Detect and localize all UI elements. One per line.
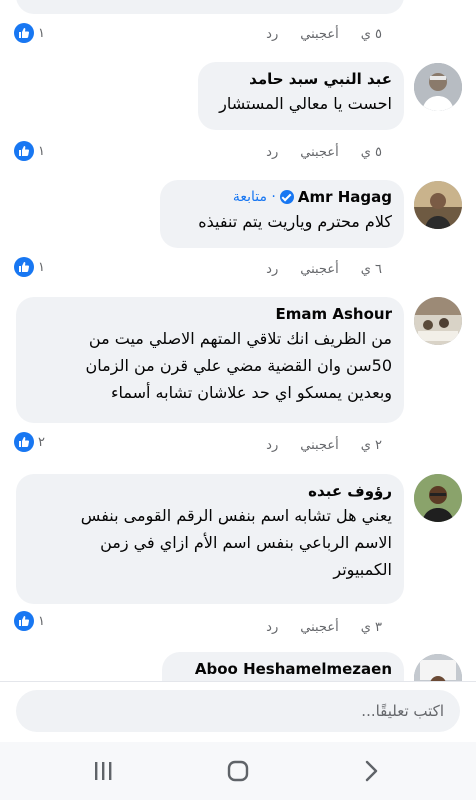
comment-author[interactable]: Aboo Heshamelmezaen — [174, 660, 392, 678]
comment-bubble-partial — [16, 0, 404, 14]
comment-bubble: رؤوف عبده يعني هل تشابه اسم بنفس الرقم ا… — [16, 474, 404, 604]
comment-text-line: الكمبيوتر — [333, 560, 392, 579]
comment-input[interactable]: اكتب تعليقًا... — [16, 690, 460, 732]
comment-author[interactable]: رؤوف عبده — [28, 482, 392, 500]
reaction-count-text: ١ — [38, 25, 45, 41]
reaction-count[interactable]: ٢ — [14, 431, 45, 453]
follow-link[interactable]: · متابعة — [233, 189, 276, 205]
reaction-count[interactable]: ١ — [14, 22, 45, 44]
author-name: Amr Hagag — [297, 188, 392, 206]
back-icon[interactable] — [356, 758, 386, 784]
comment-text: كلام محترم وياريت يتم تنفيذه — [198, 212, 392, 231]
comment-time: ٦ ي — [360, 262, 382, 277]
author-name: رؤوف عبده — [308, 482, 392, 500]
comment-bubble: Emam Ashour من الظريف انك تلاقي المتهم ا… — [16, 297, 404, 423]
avatar[interactable] — [414, 63, 462, 111]
reply-action[interactable]: رد — [266, 27, 278, 42]
avatar[interactable] — [414, 181, 462, 229]
author-name: عبد النبي سبد حامد — [249, 70, 392, 88]
comment-author[interactable]: Emam Ashour — [28, 305, 392, 323]
like-action[interactable]: أعجبني — [300, 262, 338, 277]
author-name: Aboo Heshamelmezaen — [194, 660, 392, 678]
thumbs-up-icon — [14, 432, 34, 452]
comment-author[interactable]: Amr Hagag · متابعة — [172, 188, 392, 206]
comment-time: ٣ ي — [360, 620, 382, 635]
reply-action[interactable]: رد — [266, 145, 278, 160]
thumbs-up-icon — [14, 611, 34, 631]
comment-actions: ٥ ي أعجبني رد — [266, 145, 382, 160]
comment-actions: ٥ ي أعجبني رد — [266, 27, 382, 42]
thumbs-up-icon — [14, 257, 34, 277]
verified-badge-icon — [279, 190, 294, 204]
comment-text-line: الاسم الرباعي بنفس اسم الأم ازاي في زمن — [100, 533, 392, 552]
system-nav-bar — [0, 742, 476, 800]
like-action[interactable]: أعجبني — [300, 27, 338, 42]
comment-text: يعني هل تشابه اسم بنفس الرقم القومى بنفس… — [28, 502, 392, 583]
comment-text-line: 50سن وان القضية مضي علي قرن من الزمان — [85, 356, 392, 375]
like-action[interactable]: أعجبني — [300, 438, 338, 453]
like-action[interactable]: أعجبني — [300, 145, 338, 160]
comment-actions: ٣ ي أعجبني رد — [266, 620, 382, 635]
author-name: Emam Ashour — [275, 305, 392, 323]
thumbs-up-icon — [14, 141, 34, 161]
comment-text-line: يعني هل تشابه اسم بنفس الرقم القومى بنفس — [80, 506, 392, 525]
reaction-count-text: ١ — [38, 259, 45, 275]
comment-bubble: عبد النبي سبد حامد احست يا معالي المستشا… — [198, 62, 404, 130]
comment-time: ٥ ي — [360, 145, 382, 160]
comment-text-line: من الظريف انك تلاقي المتهم الاصلي ميت من — [88, 329, 392, 348]
comment-time: ٥ ي — [360, 27, 382, 42]
reaction-count[interactable]: ١ — [14, 256, 45, 278]
reaction-count-text: ٢ — [38, 434, 45, 450]
reaction-count-text: ١ — [38, 613, 45, 629]
thumbs-up-icon — [14, 23, 34, 43]
comment-actions: ٦ ي أعجبني رد — [266, 262, 382, 277]
avatar[interactable] — [414, 474, 462, 522]
reaction-count[interactable]: ١ — [14, 610, 45, 632]
comment-composer: اكتب تعليقًا... — [0, 681, 476, 743]
comment-text-line: وبعدين يمسكو اي حد علاشان تشابه أسماء — [110, 383, 392, 402]
reaction-count-text: ١ — [38, 143, 45, 159]
reply-action[interactable]: رد — [266, 262, 278, 277]
comment-text: احست يا معالي المستشار — [219, 94, 392, 113]
like-action[interactable]: أعجبني — [300, 620, 338, 635]
reaction-count[interactable]: ١ — [14, 140, 45, 162]
comment-bubble: Amr Hagag · متابعة كلام محترم وياريت يتم… — [160, 180, 404, 248]
reply-action[interactable]: رد — [266, 620, 278, 635]
comment-author[interactable]: عبد النبي سبد حامد — [210, 70, 392, 88]
comment-actions: ٢ ي أعجبني رد — [266, 438, 382, 453]
home-icon[interactable] — [223, 758, 253, 784]
reply-action[interactable]: رد — [266, 438, 278, 453]
comment-time: ٢ ي — [360, 438, 382, 453]
comment-text: من الظريف انك تلاقي المتهم الاصلي ميت من… — [28, 325, 392, 406]
avatar[interactable] — [414, 297, 462, 345]
recent-apps-icon[interactable] — [88, 758, 118, 784]
